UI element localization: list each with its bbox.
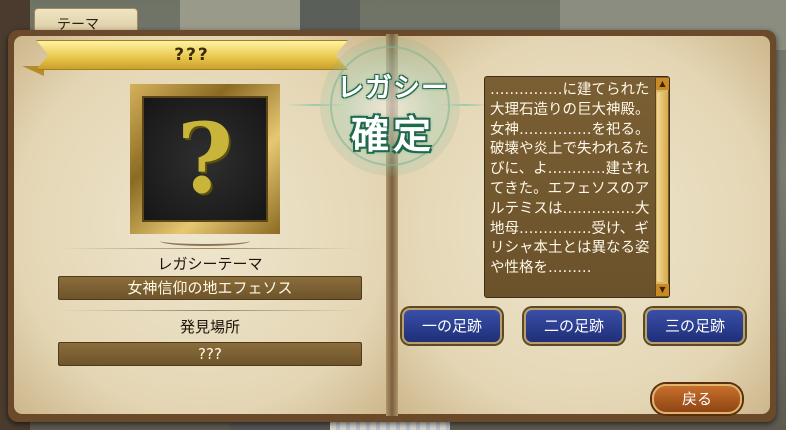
second-footprint-button[interactable]: 二の足跡 bbox=[524, 308, 624, 344]
legacy-theme-value: 女神信仰の地エフェソス bbox=[58, 276, 362, 300]
legacy-theme-label: レガシーテーマ bbox=[157, 255, 263, 273]
discovery-location-label: 発見場所 bbox=[179, 318, 240, 336]
third-footprint-button[interactable]: 三の足跡 bbox=[645, 308, 745, 344]
description-scrollbar[interactable]: ▲ ▼ bbox=[655, 78, 669, 296]
theme-image: ? bbox=[142, 96, 268, 222]
theme-image-frame: ? bbox=[130, 84, 280, 234]
divider bbox=[60, 248, 360, 249]
stamp-text-legacy: レガシー bbox=[337, 73, 449, 104]
question-mark-icon: ? bbox=[176, 102, 234, 215]
triangle-up-icon[interactable]: ▲ bbox=[656, 78, 669, 90]
divider bbox=[60, 310, 360, 311]
triangle-down-icon[interactable]: ▼ bbox=[656, 284, 669, 296]
theme-description: ……………に建てられた大理石造りの巨大神殿。女神……………を祀る。破壊や炎上で失… bbox=[484, 76, 670, 298]
scrollbar-thumb[interactable] bbox=[657, 92, 668, 282]
ornament-divider bbox=[160, 236, 250, 246]
back-button[interactable]: 戻る bbox=[652, 384, 742, 414]
discovery-location-value: ??? bbox=[58, 342, 362, 366]
first-footprint-button[interactable]: 一の足跡 bbox=[402, 308, 502, 344]
theme-title-ribbon: ??? bbox=[36, 40, 348, 70]
stamp-text-confirmed: 確定 bbox=[350, 113, 435, 157]
